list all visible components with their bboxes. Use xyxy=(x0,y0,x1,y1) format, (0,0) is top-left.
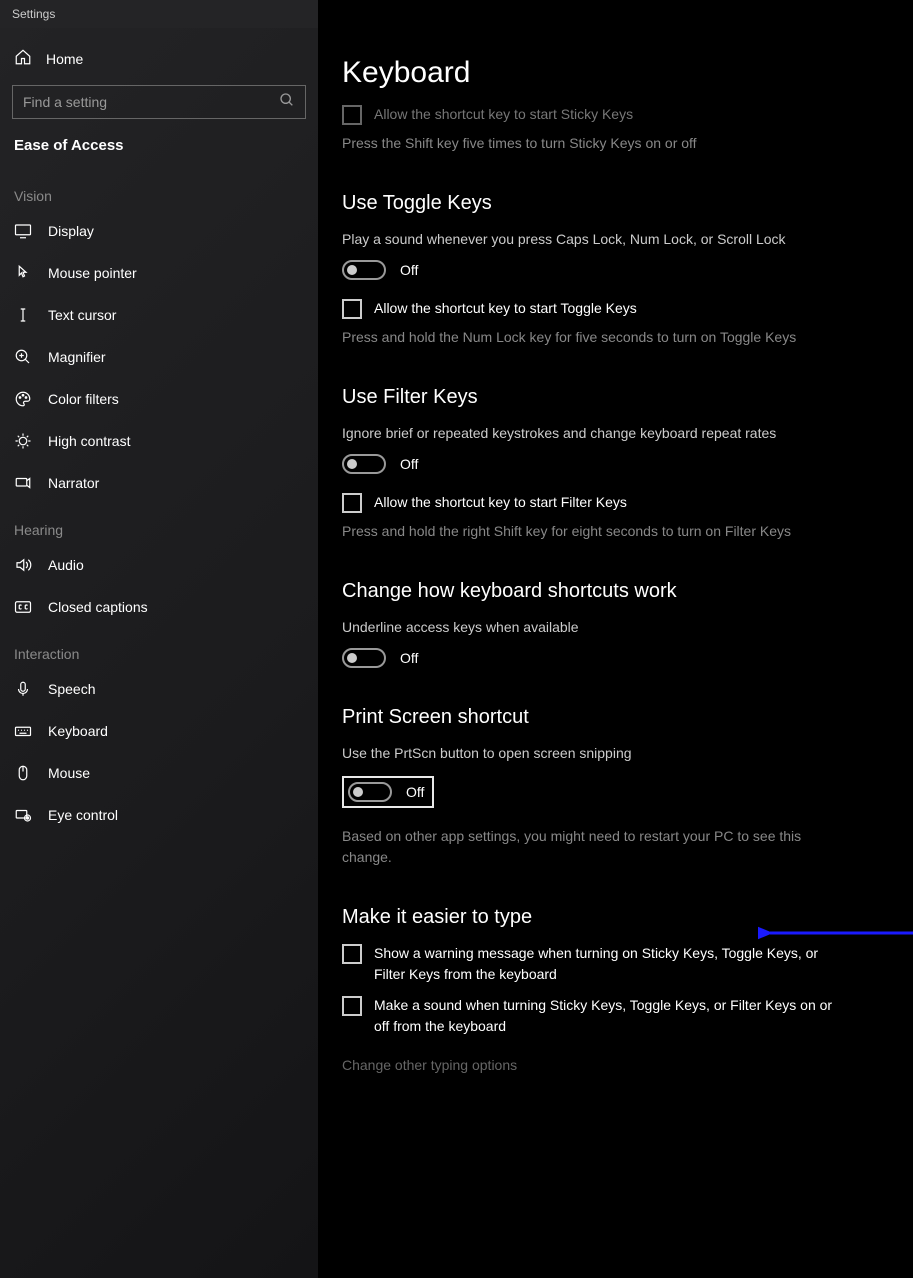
magnifier-icon xyxy=(14,348,32,366)
sidebar-item-label: Narrator xyxy=(48,475,99,491)
prtscn-heading: Print Screen shortcut xyxy=(342,706,842,729)
mouse-icon xyxy=(14,764,32,782)
sidebar-item-label: Mouse pointer xyxy=(48,265,137,281)
sidebar-item-speech[interactable]: Speech xyxy=(0,668,318,710)
search-icon xyxy=(279,92,295,113)
group-label-vision: Vision xyxy=(0,170,318,210)
group-label-interaction: Interaction xyxy=(0,628,318,668)
window-titlebar: Settings xyxy=(0,0,913,28)
sidebar-item-label: Color filters xyxy=(48,391,119,407)
shortcuts-desc: Underline access keys when available xyxy=(342,617,842,638)
filter-keys-heading: Use Filter Keys xyxy=(342,386,842,409)
sidebar-item-display[interactable]: Display xyxy=(0,210,318,252)
home-icon xyxy=(14,48,32,69)
sidebar-item-narrator[interactable]: Narrator xyxy=(0,462,318,504)
sidebar-item-color-filters[interactable]: Color filters xyxy=(0,378,318,420)
prtscn-state: Off xyxy=(406,784,424,800)
easier-sound-label: Make a sound when turning Sticky Keys, T… xyxy=(374,995,842,1037)
underline-toggle[interactable] xyxy=(342,648,386,668)
search-input[interactable] xyxy=(23,94,279,110)
main-content: Keyboard Allow the shortcut key to start… xyxy=(318,28,913,1278)
filter-keys-desc: Ignore brief or repeated keystrokes and … xyxy=(342,423,842,444)
window-title: Settings xyxy=(12,7,55,21)
shortcuts-heading: Change how keyboard shortcuts work xyxy=(342,580,842,603)
current-category: Ease of Access xyxy=(0,129,318,170)
sidebar-item-closed-captions[interactable]: Closed captions xyxy=(0,586,318,628)
sidebar-item-label: Closed captions xyxy=(48,599,148,615)
prtscn-toggle-highlighted: Off xyxy=(342,776,434,808)
sticky-shortcut-checkbox[interactable] xyxy=(342,105,362,125)
toggle-keys-toggle[interactable] xyxy=(342,260,386,280)
sidebar-item-high-contrast[interactable]: High contrast xyxy=(0,420,318,462)
easier-warning-checkbox[interactable] xyxy=(342,944,362,964)
palette-icon xyxy=(14,390,32,408)
sidebar-item-label: Display xyxy=(48,223,94,239)
prtscn-hint: Based on other app settings, you might n… xyxy=(342,826,842,868)
eye-icon xyxy=(14,806,32,824)
group-label-hearing: Hearing xyxy=(0,504,318,544)
sidebar-item-label: Speech xyxy=(48,681,95,697)
keyboard-icon xyxy=(14,722,32,740)
prtscn-desc: Use the PrtScn button to open screen sni… xyxy=(342,743,842,764)
toggle-keys-desc: Play a sound whenever you press Caps Loc… xyxy=(342,229,842,250)
home-button[interactable]: Home xyxy=(0,38,318,79)
narrator-icon xyxy=(14,474,32,492)
pointer-icon xyxy=(14,264,32,282)
change-typing-link[interactable]: Change other typing options xyxy=(342,1057,842,1073)
sidebar-item-mouse[interactable]: Mouse xyxy=(0,752,318,794)
easier-heading: Make it easier to type xyxy=(342,906,842,929)
filter-keys-toggle[interactable] xyxy=(342,454,386,474)
underline-state: Off xyxy=(400,650,418,666)
mic-icon xyxy=(14,680,32,698)
sidebar-item-label: High contrast xyxy=(48,433,130,449)
toggle-keys-hint: Press and hold the Num Lock key for five… xyxy=(342,327,842,348)
easier-warning-label: Show a warning message when turning on S… xyxy=(374,943,842,985)
filter-keys-hint: Press and hold the right Shift key for e… xyxy=(342,521,842,542)
prtscn-toggle[interactable] xyxy=(348,782,392,802)
sidebar: Home Ease of Access Vision Display Mouse p… xyxy=(0,28,318,1278)
filter-keys-shortcut-label: Allow the shortcut key to start Filter K… xyxy=(374,492,627,513)
sidebar-item-text-cursor[interactable]: Text cursor xyxy=(0,294,318,336)
filter-keys-state: Off xyxy=(400,456,418,472)
easier-sound-checkbox[interactable] xyxy=(342,996,362,1016)
sticky-shortcut-label: Allow the shortcut key to start Sticky K… xyxy=(374,104,633,125)
toggle-keys-state: Off xyxy=(400,262,418,278)
toggle-keys-shortcut-label: Allow the shortcut key to start Toggle K… xyxy=(374,298,637,319)
toggle-keys-heading: Use Toggle Keys xyxy=(342,192,842,215)
sidebar-item-label: Audio xyxy=(48,557,84,573)
cursor-icon xyxy=(14,306,32,324)
sidebar-item-eye-control[interactable]: Eye control xyxy=(0,794,318,836)
sidebar-item-label: Magnifier xyxy=(48,349,106,365)
sidebar-item-audio[interactable]: Audio xyxy=(0,544,318,586)
sidebar-item-mouse-pointer[interactable]: Mouse pointer xyxy=(0,252,318,294)
sidebar-item-label: Text cursor xyxy=(48,307,116,323)
sidebar-item-magnifier[interactable]: Magnifier xyxy=(0,336,318,378)
sidebar-item-keyboard[interactable]: Keyboard xyxy=(0,710,318,752)
home-label: Home xyxy=(46,51,83,67)
search-box[interactable] xyxy=(12,85,306,119)
sticky-hint: Press the Shift key five times to turn S… xyxy=(342,133,842,154)
page-title: Keyboard xyxy=(342,56,889,90)
monitor-icon xyxy=(14,222,32,240)
filter-keys-shortcut-checkbox[interactable] xyxy=(342,493,362,513)
contrast-icon xyxy=(14,432,32,450)
sidebar-item-label: Mouse xyxy=(48,765,90,781)
sidebar-item-label: Eye control xyxy=(48,807,118,823)
sidebar-item-label: Keyboard xyxy=(48,723,108,739)
cc-icon xyxy=(14,598,32,616)
toggle-keys-shortcut-checkbox[interactable] xyxy=(342,299,362,319)
speaker-icon xyxy=(14,556,32,574)
